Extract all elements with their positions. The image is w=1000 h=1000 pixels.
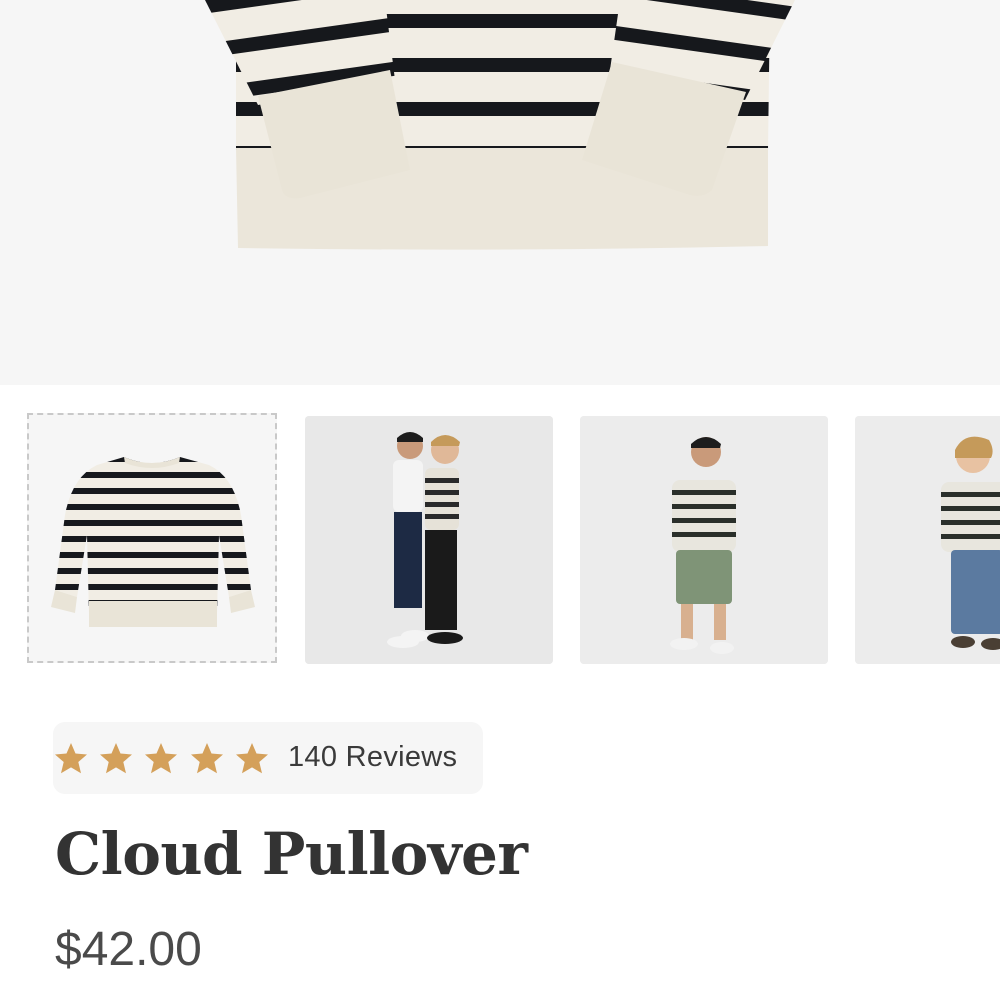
- reviews-count[interactable]: 140 Reviews: [288, 741, 457, 774]
- star-icon: [191, 743, 223, 774]
- star-rating: [55, 743, 268, 774]
- product-title: Cloud Pullover: [55, 820, 528, 888]
- pullover-closeup-graphic: [205, 0, 795, 250]
- thumbnail-3[interactable]: [580, 416, 828, 664]
- pullover-flat-lay-graphic: [51, 457, 255, 627]
- thumbnail-1-selected[interactable]: [27, 413, 277, 663]
- main-product-image[interactable]: [0, 0, 1000, 385]
- thumbnail-gallery: [0, 413, 1000, 667]
- thumbnail-2[interactable]: [305, 416, 553, 664]
- star-icon: [100, 743, 132, 774]
- kid-green-shorts-graphic: [580, 416, 828, 664]
- star-icon: [55, 743, 87, 774]
- product-price: $42.00: [55, 923, 202, 976]
- kid-jeans-graphic: [855, 416, 1000, 664]
- two-kids-graphic: [305, 416, 553, 664]
- star-icon: [236, 743, 268, 774]
- star-icon: [145, 743, 177, 774]
- thumbnail-4[interactable]: [855, 416, 1000, 664]
- reviews-summary[interactable]: 140 Reviews: [53, 722, 483, 794]
